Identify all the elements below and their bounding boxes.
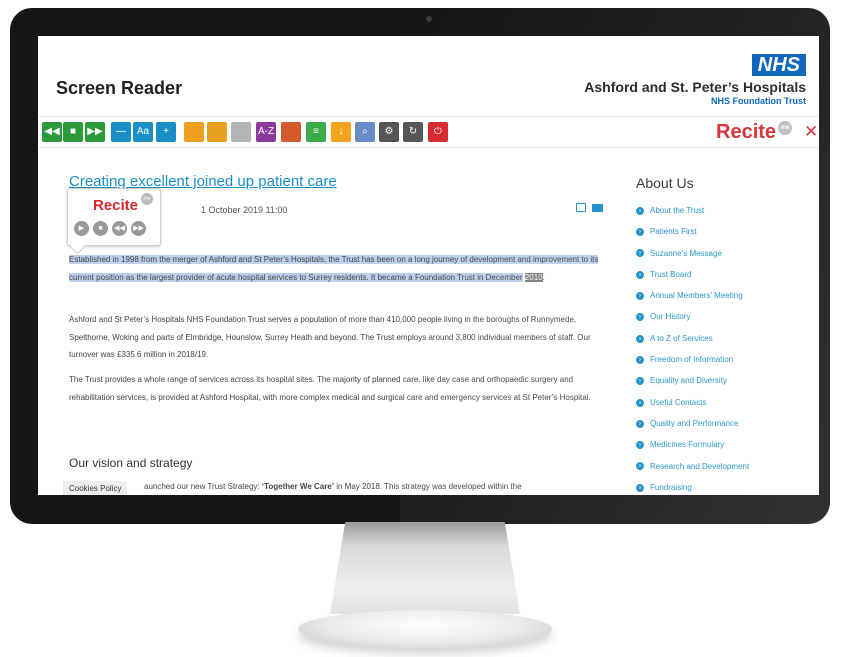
sidebar-item[interactable]: › Annual Members’ Meeting bbox=[636, 291, 749, 312]
chevron-right-icon: › bbox=[636, 462, 644, 471]
sidebar-item-label: Fundraising bbox=[650, 482, 692, 492]
vision-paragraph: aunched our new Trust Strategy: ‘Togethe… bbox=[144, 482, 522, 491]
exit-icon[interactable]: ⏻ bbox=[428, 122, 448, 142]
popup-recite-logo: Recite bbox=[93, 197, 139, 214]
rewind-icon[interactable]: ◀◀ bbox=[42, 122, 62, 142]
strategy-name: ‘Together We Care’ bbox=[261, 482, 335, 491]
popup-forward-icon[interactable]: ▶▶ bbox=[131, 221, 146, 236]
sidebar-item[interactable]: › Suzanne’s Message bbox=[636, 249, 749, 270]
section-heading: Our vision and strategy bbox=[69, 456, 193, 470]
sidebar-item[interactable]: › Useful Contacts bbox=[636, 398, 749, 419]
font-icon[interactable]: Aa bbox=[133, 122, 153, 142]
trust-subtitle: NHS Foundation Trust bbox=[711, 96, 806, 106]
chevron-right-icon: › bbox=[636, 483, 644, 492]
sidebar-item-label: Annual Members’ Meeting bbox=[650, 291, 743, 301]
monitor-stand-base bbox=[298, 610, 552, 648]
print-icon[interactable] bbox=[576, 203, 586, 212]
hospital-name: Ashford and St. Peter’s Hospitals bbox=[584, 79, 806, 95]
sidebar-item[interactable]: › Trust Board bbox=[636, 270, 749, 291]
sidebar-item-label: Equality and Diversity bbox=[650, 376, 727, 386]
sidebar-item-label: Patients First bbox=[650, 227, 697, 237]
post-date: 1 October 2019 11:00 bbox=[201, 205, 288, 215]
chevron-right-icon: › bbox=[636, 377, 644, 386]
sidebar-item[interactable]: › About the Trust bbox=[636, 206, 749, 227]
sidebar-item[interactable]: › Freedom of Information bbox=[636, 355, 749, 376]
recite-toolbar: Recite me ✕ ◀◀ ■ ▶▶ — Aa + A-Z ≡ ↓ ⌕ ⚙ ↻ ⏻ bbox=[38, 116, 819, 148]
webcam-dot bbox=[426, 16, 432, 22]
sidebar-item-label: Trust Board bbox=[650, 269, 692, 279]
email-icon[interactable] bbox=[592, 204, 603, 212]
chevron-right-icon: › bbox=[636, 206, 644, 215]
monitor-stand-neck bbox=[330, 522, 520, 614]
chevron-right-icon: › bbox=[636, 441, 644, 450]
vision-end: in May 2018. This strategy was developed… bbox=[334, 482, 522, 491]
forward-icon[interactable]: ▶▶ bbox=[85, 122, 105, 142]
chevron-right-icon: › bbox=[636, 292, 644, 301]
sidebar-item-label: About the Trust bbox=[650, 206, 705, 215]
current-word: 2010 bbox=[524, 272, 543, 282]
download-icon[interactable]: ↓ bbox=[331, 122, 351, 142]
recite-player-popup: Recite me ▶ ■ ◀◀ ▶▶ bbox=[67, 188, 161, 246]
sidebar-item-label: Quality and Performance bbox=[650, 418, 739, 428]
page-title: Screen Reader bbox=[56, 78, 183, 98]
sidebar-item[interactable]: › Research and Development bbox=[636, 462, 749, 483]
sidebar-item-label: Medicines Formulary bbox=[650, 440, 725, 450]
text-only-icon[interactable]: ≡ bbox=[306, 122, 326, 142]
article-paragraph-2: Ashford and St Peter’s Hospitals NHS Fou… bbox=[69, 315, 591, 359]
close-icon[interactable]: ✕ bbox=[804, 122, 818, 142]
sidebar-item-label: Freedom of Information bbox=[650, 355, 734, 365]
chevron-right-icon: › bbox=[636, 419, 644, 428]
para1-end: . bbox=[542, 272, 545, 282]
chevron-right-icon: › bbox=[636, 398, 644, 407]
screen: Screen Reader NHS Ashford and St. Peter’… bbox=[38, 36, 819, 495]
vision-start: aunched our new Trust Strategy: bbox=[144, 482, 262, 491]
sidebar-title: About Us bbox=[636, 175, 694, 191]
dictionary-icon[interactable]: A-Z bbox=[256, 122, 276, 142]
sidebar-item[interactable]: › A to Z of Services bbox=[636, 334, 749, 355]
chevron-right-icon: › bbox=[636, 228, 644, 237]
sidebar-item-label: Suzanne’s Message bbox=[650, 248, 722, 258]
popup-stop-icon[interactable]: ■ bbox=[93, 221, 108, 236]
sidebar-item-label: A to Z of Services bbox=[650, 333, 713, 343]
decrease-text-icon[interactable]: — bbox=[111, 122, 131, 142]
sidebar-item[interactable]: › Our History bbox=[636, 312, 749, 333]
sidebar-item[interactable]: › Quality and Performance bbox=[636, 419, 749, 440]
recite-me-badge: me bbox=[778, 121, 793, 135]
stop-icon[interactable]: ■ bbox=[63, 122, 83, 142]
magnifier-icon[interactable]: ⌕ bbox=[355, 122, 375, 142]
increase-text-icon[interactable]: + bbox=[156, 122, 176, 142]
site-header: Screen Reader NHS Ashford and St. Peter’… bbox=[38, 36, 819, 114]
translate-icon[interactable] bbox=[281, 122, 301, 142]
sidebar-item[interactable]: › Medicines Formulary bbox=[636, 440, 749, 461]
popup-play-icon[interactable]: ▶ bbox=[74, 221, 89, 236]
chevron-right-icon: › bbox=[636, 355, 644, 364]
chevron-right-icon: › bbox=[636, 313, 644, 322]
sidebar-item[interactable]: › Patients First bbox=[636, 227, 749, 248]
chevron-right-icon: › bbox=[636, 334, 644, 343]
sidebar-item[interactable]: › Equality and Diversity bbox=[636, 376, 749, 397]
article-paragraph-3: The Trust provides a whole range of serv… bbox=[69, 375, 591, 402]
settings-icon[interactable]: ⚙ bbox=[379, 122, 399, 142]
reset-icon[interactable]: ↻ bbox=[403, 122, 423, 142]
highlighted-text: Established in 1998 from the merger of A… bbox=[69, 255, 599, 282]
reading-mask-icon[interactable] bbox=[231, 122, 251, 142]
article-paragraph-1: Established in 1998 from the merger of A… bbox=[69, 251, 604, 286]
nhs-logo[interactable]: NHS bbox=[751, 54, 806, 76]
chevron-right-icon: › bbox=[636, 270, 644, 279]
sidebar-item-label: Our History bbox=[650, 312, 691, 322]
popup-me-badge: me bbox=[141, 193, 153, 205]
recite-logo: Recite me bbox=[716, 121, 793, 144]
recite-brand: Recite bbox=[716, 121, 777, 143]
sidebar-item-label: Useful Contacts bbox=[650, 397, 707, 407]
cookies-policy-button[interactable]: Cookies Policy bbox=[63, 481, 128, 495]
popup-rewind-icon[interactable]: ◀◀ bbox=[112, 221, 127, 236]
ruler-icon[interactable] bbox=[207, 122, 227, 142]
sidebar-nav: › About the Trust › Patients First › Suzanne’… bbox=[636, 206, 749, 495]
sidebar-item-label: Research and Development bbox=[650, 461, 750, 471]
sidebar-item[interactable]: › Fundraising bbox=[636, 483, 749, 495]
color-wheel-icon[interactable] bbox=[184, 122, 204, 142]
chevron-right-icon: › bbox=[636, 249, 644, 258]
